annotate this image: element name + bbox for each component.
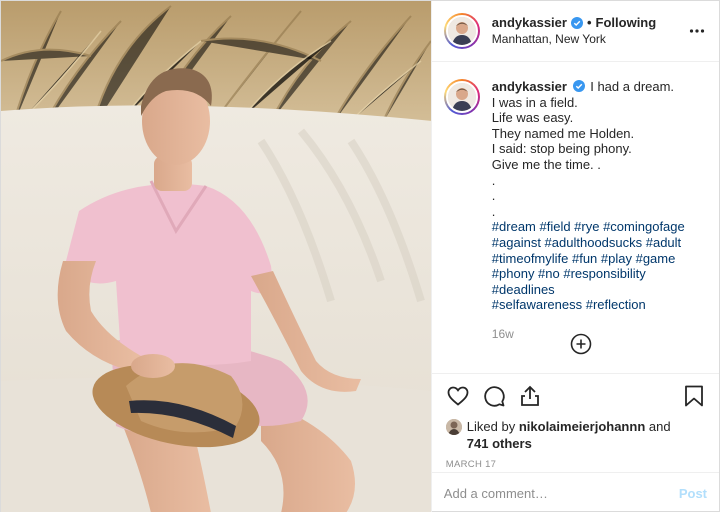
comment-icon[interactable] — [482, 384, 506, 408]
caption-first-line: andykassier I had a dream. — [492, 79, 707, 95]
hashtags-line[interactable]: #timeofmylife #fun #play #game — [492, 251, 707, 267]
post-header: andykassier • Following Manhattan, New Y… — [431, 1, 719, 62]
post-age[interactable]: 16w — [492, 327, 707, 343]
actions-section: Liked by nikolaimeierjohannn and 741 oth… — [431, 373, 719, 471]
post-photo[interactable] — [1, 1, 431, 512]
caption-avatar[interactable] — [443, 79, 480, 115]
post-comment-button[interactable]: Post — [679, 486, 707, 501]
others-count-link[interactable]: 741 others — [467, 436, 532, 451]
caption-line: Life was easy. — [491, 110, 574, 126]
caption-body: andykassier I had a dream. I was in a fi… — [492, 79, 707, 373]
post-date[interactable]: MARCH 17 — [446, 459, 705, 470]
likes-summary: Liked by nikolaimeierjohannn and 741 oth… — [445, 418, 705, 452]
header-row: andykassier • Following — [492, 15, 656, 31]
caption-section: andykassier I had a dream. I was in a fi… — [432, 63, 719, 373]
hashtags-line[interactable]: #selfawareness #reflection — [492, 297, 707, 313]
author-avatar[interactable] — [443, 13, 480, 49]
comment-bar: Post — [431, 472, 719, 512]
liker-username[interactable]: nikolaimeierjohannn — [519, 419, 645, 434]
bookmark-icon[interactable] — [683, 384, 705, 408]
caption-line: Give me the time. . — [491, 156, 601, 172]
heart-icon[interactable] — [446, 384, 470, 408]
likes-text: Liked by nikolaimeierjohannn and 741 oth… — [467, 418, 671, 452]
plus-circle-icon[interactable] — [570, 333, 592, 355]
caption-verified-badge-icon — [572, 80, 585, 92]
share-icon[interactable] — [518, 384, 542, 408]
liker-avatar[interactable] — [445, 419, 462, 435]
photo-illustration — [1, 1, 431, 512]
post-side-panel: andykassier • Following Manhattan, New Y… — [430, 1, 719, 512]
caption-avatar-image — [445, 81, 478, 113]
caption-line: I said: stop being phony. — [491, 141, 632, 157]
following-button[interactable]: Following — [596, 15, 657, 31]
comment-input[interactable] — [443, 485, 679, 501]
hashtags-line[interactable]: #phony #no #responsibility #deadlines — [492, 266, 707, 297]
action-icons — [446, 382, 705, 410]
avatar-image — [445, 15, 478, 47]
caption-line: . — [491, 188, 496, 204]
separator-dot: • — [586, 15, 592, 30]
instagram-post: andykassier • Following Manhattan, New Y… — [0, 0, 720, 512]
hashtags-line[interactable]: #dream #field #rye #comingofage — [492, 219, 707, 235]
caption-line: . — [491, 172, 496, 188]
caption-username[interactable]: andykassier — [492, 79, 567, 94]
location-link[interactable]: Manhattan, New York — [492, 31, 656, 47]
hashtags-line[interactable]: #against #adulthoodsucks #adult — [492, 235, 707, 251]
likes-joiner: and — [648, 419, 671, 434]
caption-line: I was in a field. — [491, 94, 578, 110]
caption-line: I had a dream. — [590, 79, 675, 94]
verified-badge-icon — [570, 17, 583, 29]
liked-by-prefix: Liked by — [466, 419, 516, 434]
caption-line: They named me Holden. — [491, 125, 635, 141]
author-username[interactable]: andykassier — [492, 15, 567, 31]
more-horizontal-icon[interactable] — [689, 23, 705, 39]
header-text: andykassier • Following Manhattan, New Y… — [492, 15, 656, 47]
caption-line: . — [491, 203, 496, 219]
